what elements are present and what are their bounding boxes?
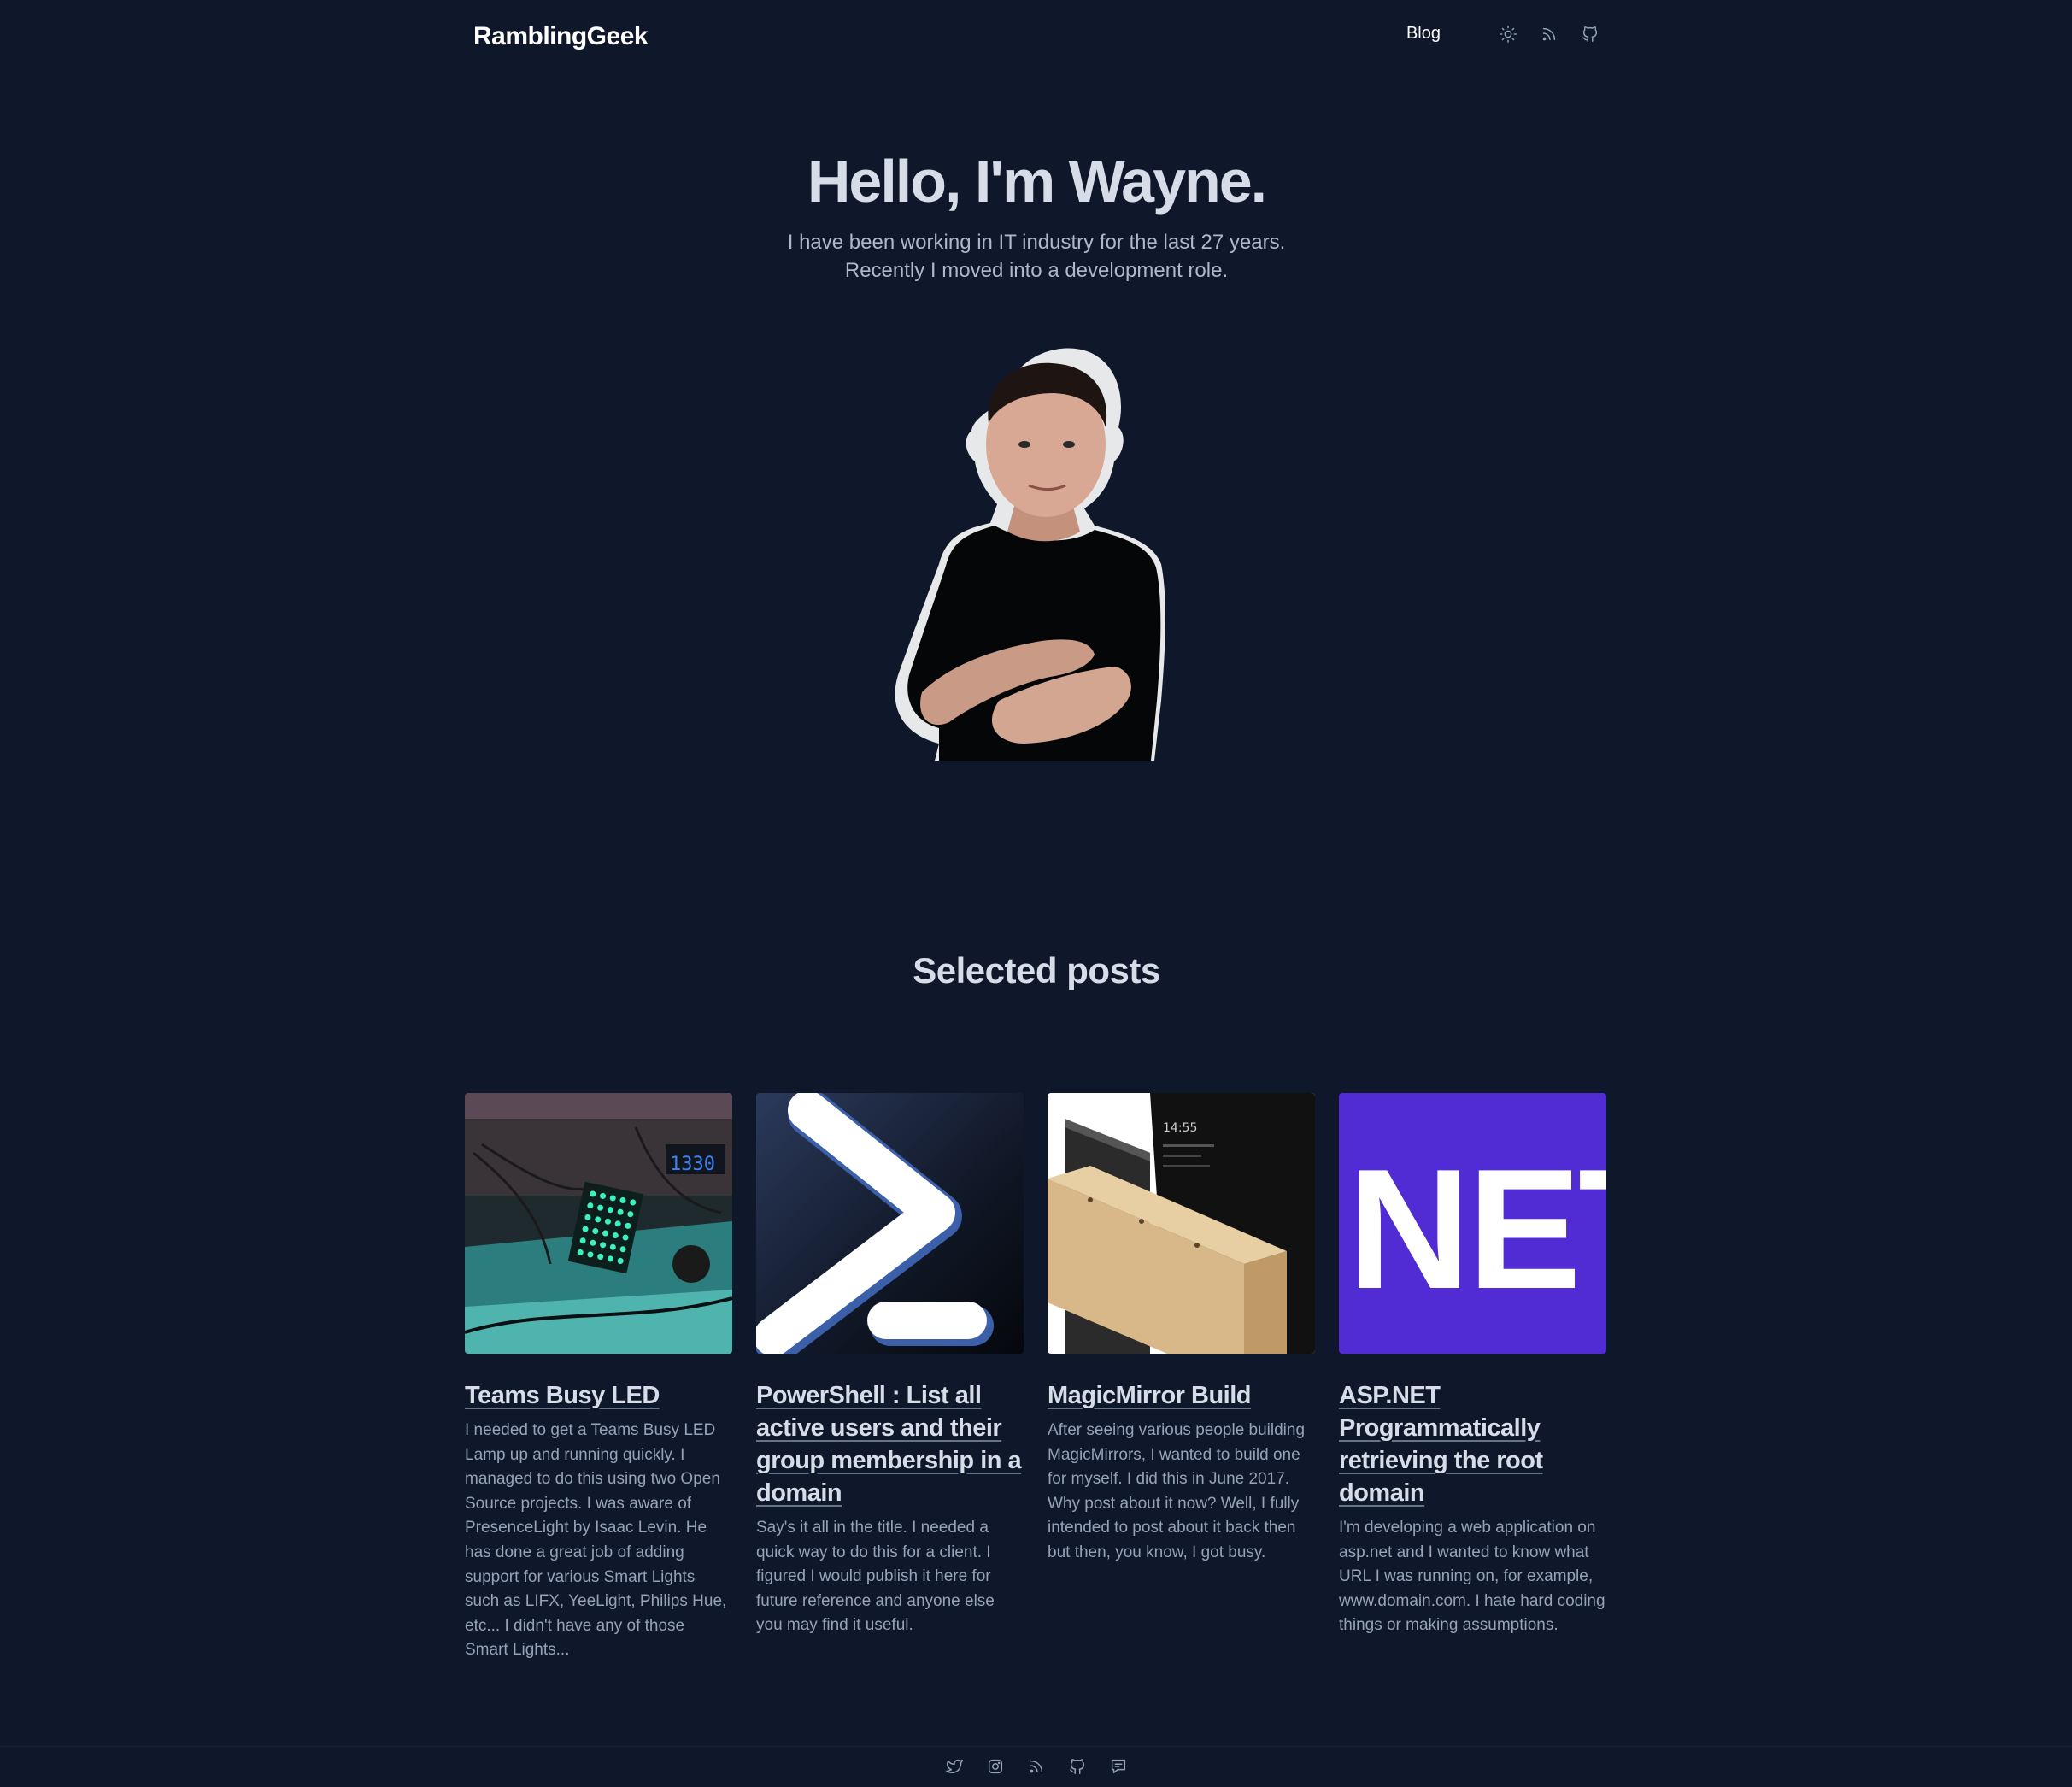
comment-icon[interactable] — [1109, 1757, 1128, 1776]
post-excerpt: I'm developing a web application on asp.… — [1339, 1519, 1605, 1635]
svg-text:1330: 1330 — [670, 1154, 715, 1175]
github-icon[interactable] — [1068, 1757, 1087, 1776]
post-title-link[interactable]: MagicMirror Build — [1048, 1379, 1315, 1412]
post-excerpt: Say's it all in the title. I needed a qu… — [756, 1519, 995, 1635]
dotnet-logo-text: NET — [1347, 1134, 1606, 1325]
post-card: 1330 Teams Busy LED I needed to get a Te… — [465, 1093, 732, 1663]
post-title-link[interactable]: ASP.NET Programmatically retrieving the … — [1339, 1379, 1606, 1509]
post-thumbnail-teams-busy-led[interactable]: 1330 — [465, 1093, 732, 1354]
site-header: RamblingGeek Blog — [465, 19, 1608, 56]
rss-icon[interactable] — [1027, 1757, 1046, 1776]
instagram-icon[interactable] — [986, 1757, 1005, 1776]
post-title-link[interactable]: PowerShell : List all active users and t… — [756, 1379, 1024, 1509]
hero-title: Hello, I'm Wayne. — [807, 148, 1267, 215]
post-card: PowerShell : List all active users and t… — [756, 1093, 1024, 1663]
sun-icon[interactable] — [1499, 25, 1517, 44]
nav-blog-link[interactable]: Blog — [1406, 24, 1441, 44]
post-thumbnail-magicmirror[interactable]: 14:55 — [1048, 1093, 1315, 1354]
post-thumbnail-powershell[interactable] — [756, 1093, 1024, 1354]
rss-icon[interactable] — [1540, 25, 1558, 44]
footer-social-links — [0, 1757, 2072, 1776]
github-icon[interactable] — [1581, 25, 1599, 44]
section-title: Selected posts — [913, 950, 1160, 990]
twitter-icon[interactable] — [945, 1757, 964, 1776]
hero-intro-line-2: Recently I moved into a development role… — [844, 259, 1229, 282]
brand-logo[interactable]: RamblingGeek — [473, 22, 649, 51]
post-excerpt: After seeing various people building Mag… — [1048, 1421, 1306, 1561]
post-thumbnail-dotnet[interactable]: NET — [1339, 1093, 1606, 1354]
post-title-link[interactable]: Teams Busy LED — [465, 1379, 732, 1412]
post-card: NET ASP.NET Programmatically retrieving … — [1339, 1093, 1606, 1663]
mirror-clock: 14:55 — [1163, 1121, 1197, 1135]
author-portrait — [871, 342, 1204, 761]
site-footer — [0, 1746, 2072, 1787]
post-card: 14:55 MagicMirror Build After seeing var… — [1048, 1093, 1315, 1663]
nav-links: Blog — [1406, 24, 1599, 44]
posts-grid: 1330 Teams Busy LED I needed to get a Te… — [465, 1093, 1610, 1663]
hero-intro-line-1: I have been working in IT industry for t… — [787, 231, 1286, 254]
post-excerpt: I needed to get a Teams Busy LED Lamp up… — [465, 1421, 727, 1660]
page-container: RamblingGeek Blog Hello, I'm Wayne. I ha… — [465, 0, 1608, 1787]
